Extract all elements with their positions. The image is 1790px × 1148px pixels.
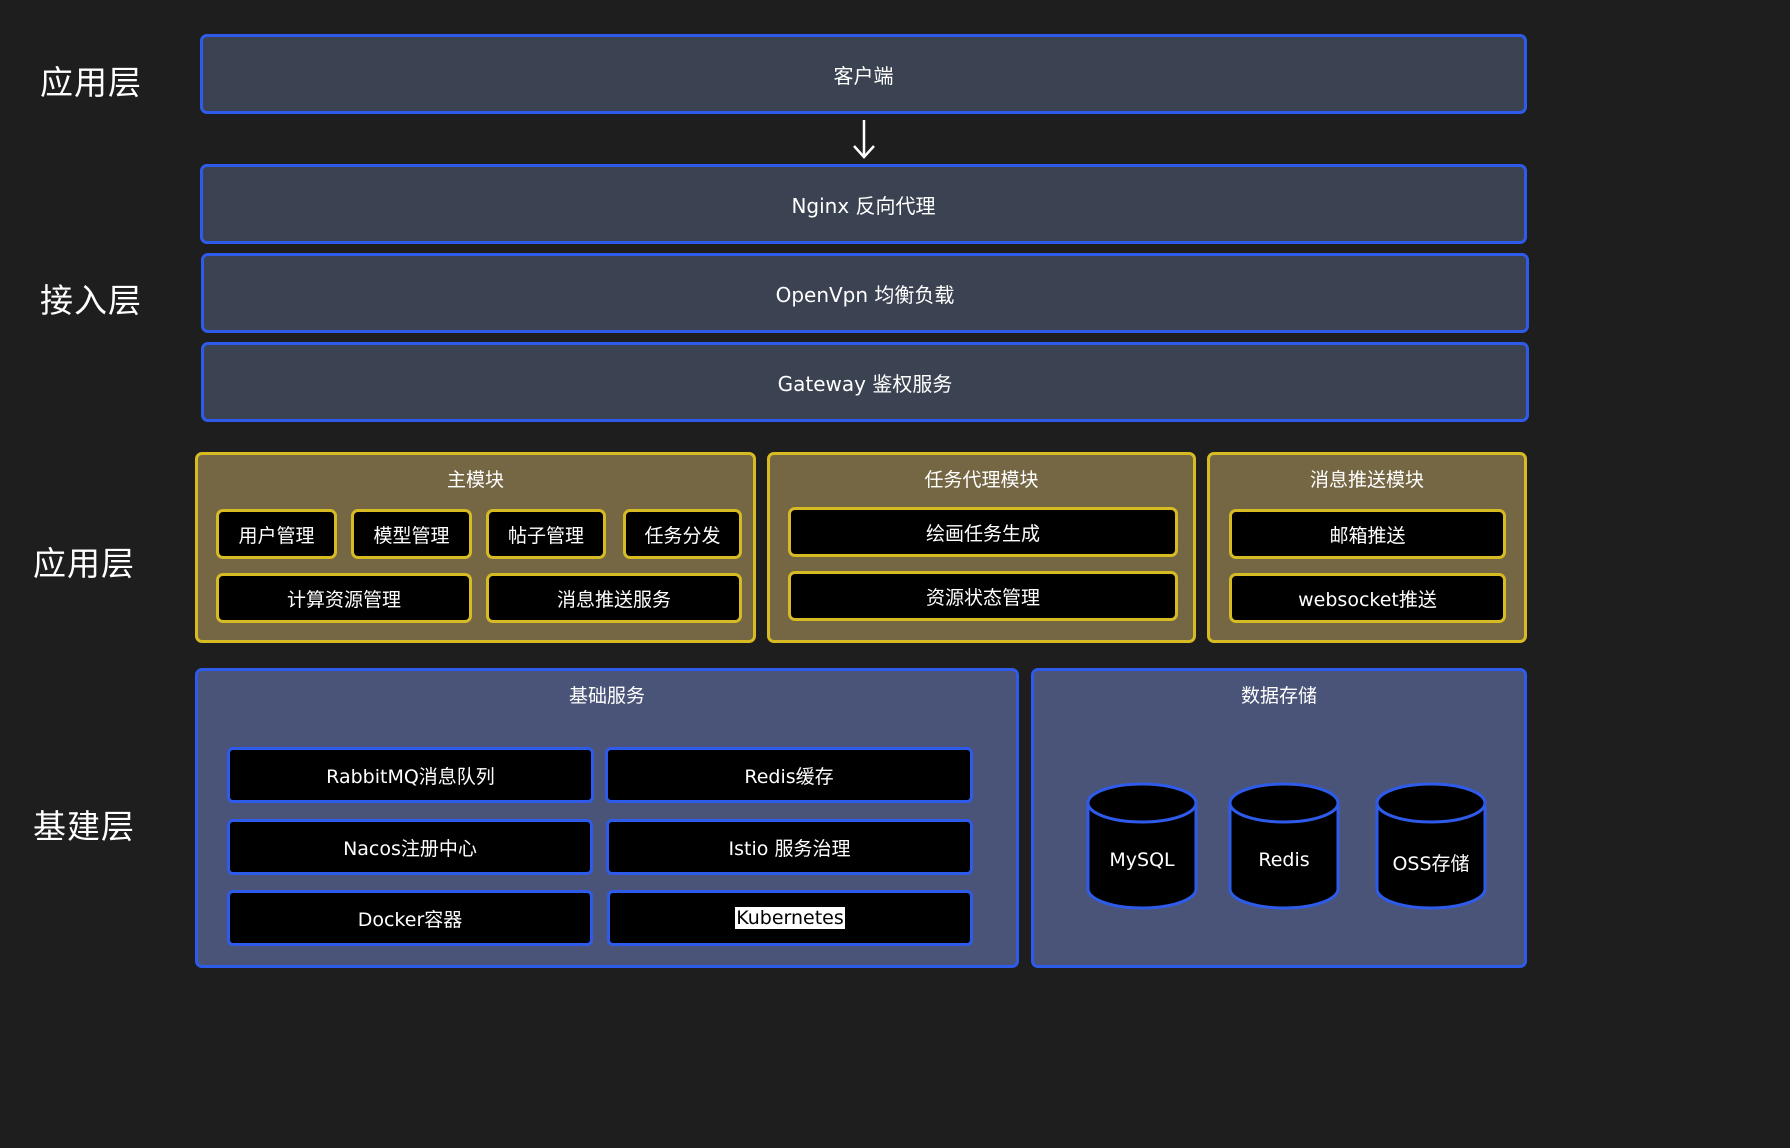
data-storage-title: 数据存储 — [1240, 685, 1317, 707]
task-proxy-module: 任务代理模块 绘画任务生成 资源状态管理 — [767, 452, 1196, 643]
svc-istio: Istio 服务治理 — [606, 819, 973, 875]
layer-label-application-top: 应用层 — [40, 63, 142, 102]
client-label: 客户端 — [833, 63, 894, 88]
database-cylinder-icon — [1228, 782, 1340, 910]
gateway-label: Gateway 鉴权服务 — [777, 371, 953, 396]
task-proxy-module-title: 任务代理模块 — [924, 469, 1039, 491]
database-cylinder-icon — [1086, 782, 1198, 910]
database-redis: Redis — [1227, 781, 1341, 911]
chip-websocket-push: websocket推送 — [1229, 573, 1506, 623]
chip-task-dispatch: 任务分发 — [623, 509, 742, 559]
message-push-module-title: 消息推送模块 — [1309, 469, 1424, 491]
chip-model-management: 模型管理 — [351, 509, 472, 559]
layer-label-infrastructure: 基建层 — [33, 807, 135, 846]
database-oss: OSS存储 — [1374, 781, 1488, 911]
data-storage-panel: 数据存储 MySQL Redis OSS存储 — [1031, 668, 1527, 968]
svc-redis-cache: Redis缓存 — [605, 747, 973, 803]
database-oss-label: OSS存储 — [1392, 853, 1470, 875]
database-cylinder-icon — [1375, 782, 1487, 910]
database-mysql: MySQL — [1085, 781, 1199, 911]
layer-label-access: 接入层 — [40, 281, 142, 320]
svc-kubernetes: Kubernetes — [607, 890, 973, 946]
database-redis-label: Redis — [1258, 849, 1310, 871]
base-services-title: 基础服务 — [568, 685, 645, 707]
chip-message-push-service: 消息推送服务 — [486, 573, 742, 623]
chip-resource-status-management: 资源状态管理 — [788, 571, 1178, 621]
nginx-label: Nginx 反向代理 — [791, 193, 936, 218]
openvpn-bar: OpenVpn 均衡负载 — [201, 253, 1529, 333]
svc-rabbitmq: RabbitMQ消息队列 — [227, 747, 594, 803]
svc-docker: Docker容器 — [227, 890, 593, 946]
base-services-panel: 基础服务 RabbitMQ消息队列 Redis缓存 Nacos注册中心 Isti… — [195, 668, 1019, 968]
arrow-down-icon — [853, 120, 875, 159]
nginx-bar: Nginx 反向代理 — [200, 164, 1527, 244]
layer-label-application-mid: 应用层 — [33, 544, 135, 583]
chip-compute-resource-management: 计算资源管理 — [216, 573, 472, 623]
svc-kubernetes-label: Kubernetes — [735, 907, 845, 929]
gateway-bar: Gateway 鉴权服务 — [201, 342, 1529, 422]
chip-email-push: 邮箱推送 — [1229, 509, 1506, 559]
chip-user-management: 用户管理 — [216, 509, 337, 559]
chip-post-management: 帖子管理 — [486, 509, 606, 559]
database-mysql-label: MySQL — [1109, 849, 1175, 871]
client-bar: 客户端 — [200, 34, 1527, 114]
openvpn-label: OpenVpn 均衡负载 — [775, 282, 955, 307]
main-module: 主模块 用户管理 模型管理 帖子管理 任务分发 计算资源管理 消息推送服务 — [195, 452, 756, 643]
main-module-title: 主模块 — [446, 469, 504, 491]
message-push-module: 消息推送模块 邮箱推送 websocket推送 — [1207, 452, 1527, 643]
chip-drawing-task-generation: 绘画任务生成 — [788, 507, 1178, 557]
svc-nacos: Nacos注册中心 — [227, 819, 593, 875]
